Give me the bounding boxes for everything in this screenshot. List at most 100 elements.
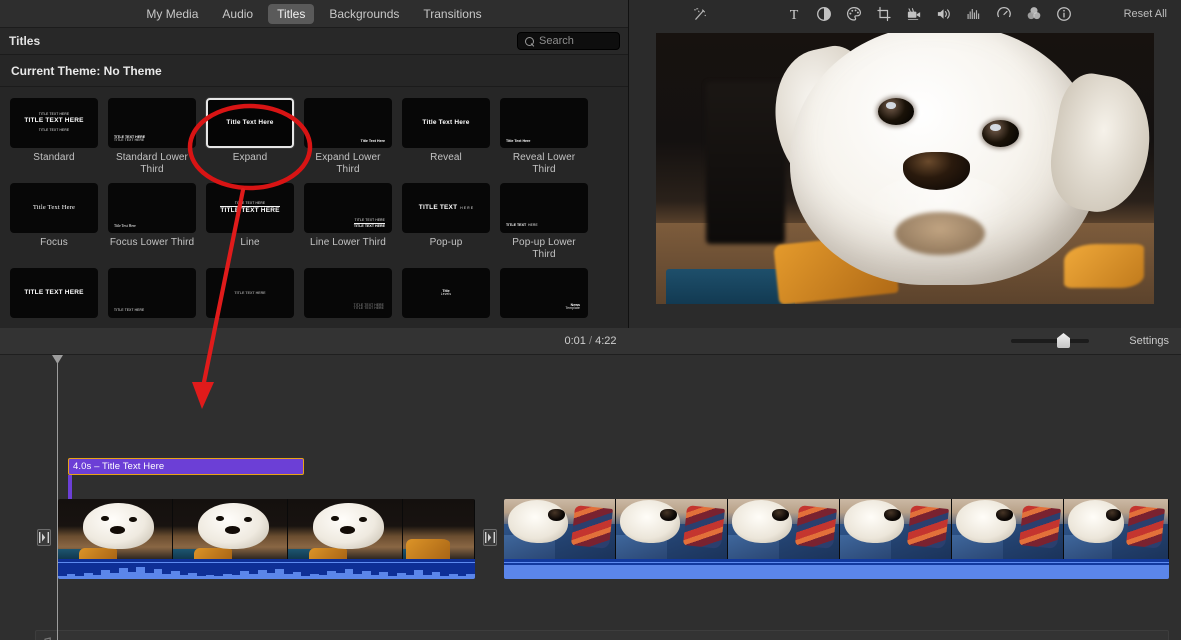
timeline-settings-button[interactable]: Settings xyxy=(1129,335,1169,347)
title-thumbnail[interactable]: TITLE TEXT HERE TITLE TEXT HERE xyxy=(304,183,392,233)
clip-thumbnail xyxy=(728,499,840,559)
media-browser-panel: My Media Audio Titles Backgrounds Transi… xyxy=(0,0,629,328)
equalizer-icon[interactable] xyxy=(959,2,989,26)
search-icon xyxy=(525,36,534,46)
clip-thumbnail xyxy=(173,499,288,559)
clip-filmstrip xyxy=(58,499,475,559)
clip-audio-waveform xyxy=(504,559,1169,579)
title-thumbnail[interactable]: Title Levels xyxy=(402,268,490,318)
clip-thumbnail xyxy=(504,499,616,559)
audio-track-row[interactable] xyxy=(35,630,1169,640)
clip-1-left-handle[interactable] xyxy=(37,529,51,546)
current-theme-row[interactable]: Current Theme: No Theme xyxy=(0,55,628,87)
title-thumbnail[interactable]: Title Text Here xyxy=(304,98,392,148)
thumb-main-text: TITLE TEXT HERE xyxy=(353,306,384,311)
title-text-icon[interactable]: T xyxy=(779,2,809,26)
clip-thumbnail xyxy=(616,499,728,559)
clip-thumbnail xyxy=(952,499,1064,559)
thumb-main-text: Title Text Here xyxy=(114,223,136,228)
title-label: Focus xyxy=(40,237,68,248)
browser-tabbar: My Media Audio Titles Backgrounds Transi… xyxy=(0,0,628,28)
title-thumbnail[interactable]: Title Text Here xyxy=(402,98,490,148)
color-palette-icon[interactable] xyxy=(839,2,869,26)
thumb-sub-text: TITLE TEXT HERE xyxy=(114,138,145,143)
thumb-main-text: Title Text Here xyxy=(422,119,470,127)
title-item-expand-lower-third[interactable]: Title Text Here Expand Lower Third xyxy=(304,98,392,175)
title-thumbnail-selected[interactable]: Title Text Here xyxy=(206,98,294,148)
title-thumbnail[interactable]: TITLE TEXT HERE TITLE TEXT HERE xyxy=(108,98,196,148)
titles-grid: TITLE TEXT HERE TITLE TEXT HERE TITLE TE… xyxy=(0,87,628,318)
title-item-reveal[interactable]: Title Text Here Reveal xyxy=(402,98,490,175)
title-thumbnail[interactable]: Title Text Here xyxy=(500,98,588,148)
timecode-display: 0:01 / 4:22 xyxy=(0,335,1181,347)
imovie-window: My Media Audio Titles Backgrounds Transi… xyxy=(0,0,1181,640)
tab-backgrounds[interactable]: Backgrounds xyxy=(320,4,408,24)
speedometer-icon[interactable] xyxy=(989,2,1019,26)
timeline-title-clip[interactable]: 4.0s – Title Text Here xyxy=(68,458,304,475)
title-thumbnail[interactable]: TITLE TEXT HERE TITLE TEXT HERE xyxy=(304,268,392,318)
title-item-line[interactable]: TITLE TEXT HERE TITLE TEXT HERE Line xyxy=(206,183,294,260)
tab-audio[interactable]: Audio xyxy=(213,4,262,24)
clip-2-left-handle[interactable] xyxy=(483,529,497,546)
thumb-sub-text: H E R E xyxy=(460,206,474,211)
tab-titles[interactable]: Titles xyxy=(268,3,315,24)
filter-circles-icon[interactable] xyxy=(1019,2,1049,26)
stabilization-camera-icon[interactable] xyxy=(899,2,929,26)
title-thumbnail[interactable]: TITLE TEXT HERE xyxy=(500,183,588,233)
title-item-row3-3[interactable]: TITLE TEXT HERE xyxy=(206,268,294,318)
crop-icon[interactable] xyxy=(869,2,899,26)
title-item-line-lower-third[interactable]: TITLE TEXT HERE TITLE TEXT HERE Line Low… xyxy=(304,183,392,260)
timeline-header: 0:01 / 4:22 Settings xyxy=(0,328,1181,355)
volume-speaker-icon[interactable] xyxy=(929,2,959,26)
clip-audio-waveform xyxy=(58,559,475,579)
timeline-clip-1[interactable] xyxy=(58,499,475,579)
browser-subheader: Titles Search xyxy=(0,28,628,55)
title-thumbnail[interactable]: News Template xyxy=(500,268,588,318)
thumb-main-text: Title Text Here xyxy=(226,119,274,127)
title-label: Expand xyxy=(232,152,268,163)
title-label: Focus Lower Third xyxy=(109,237,195,248)
title-item-pop-up[interactable]: TITLE TEXT H E R E Pop-up xyxy=(402,183,490,260)
timeline-body[interactable]: 4.0s – Title Text Here xyxy=(0,355,1181,640)
tab-transitions[interactable]: Transitions xyxy=(414,4,490,24)
video-frame[interactable] xyxy=(656,33,1154,304)
title-thumbnail[interactable]: TITLE TEXT HERE xyxy=(206,268,294,318)
timeline-zoom-slider[interactable] xyxy=(1011,333,1089,348)
title-thumbnail[interactable]: Title Text Here xyxy=(10,183,98,233)
title-item-focus[interactable]: Title Text Here Focus xyxy=(10,183,98,260)
title-item-expand[interactable]: Title Text Here Expand xyxy=(206,98,294,175)
thumb-sub-text: TITLE TEXT HERE xyxy=(353,218,385,224)
title-item-standard[interactable]: TITLE TEXT HERE TITLE TEXT HERE TITLE TE… xyxy=(10,98,98,175)
title-item-row3-4[interactable]: TITLE TEXT HERE TITLE TEXT HERE xyxy=(304,268,392,318)
title-item-focus-lower-third[interactable]: Title Text Here Focus Lower Third xyxy=(108,183,196,260)
title-item-row3-5[interactable]: Title Levels xyxy=(402,268,490,318)
title-thumbnail[interactable]: TITLE TEXT HERE TITLE TEXT HERE xyxy=(206,183,294,233)
playhead-handle[interactable] xyxy=(52,355,63,364)
title-label: Line xyxy=(240,237,260,248)
search-input[interactable]: Search xyxy=(517,32,620,50)
title-item-row3-6[interactable]: News Template xyxy=(500,268,588,318)
video-preview-area[interactable] xyxy=(629,28,1181,328)
title-thumbnail[interactable]: TITLE TEXT HERE TITLE TEXT HERE TITLE TE… xyxy=(10,98,98,148)
title-item-standard-lower-third[interactable]: TITLE TEXT HERE TITLE TEXT HERE Standard… xyxy=(108,98,196,175)
title-item-row3-2[interactable]: TITLE TEXT HERE xyxy=(108,268,196,318)
title-item-pop-up-lower-third[interactable]: TITLE TEXT HERE Pop-up Lower Third xyxy=(500,183,588,260)
title-item-row3-1[interactable]: TITLE TEXT HERE xyxy=(10,268,98,318)
title-thumbnail[interactable]: TITLE TEXT H E R E xyxy=(402,183,490,233)
current-time: 0:01 xyxy=(564,335,586,347)
clip-thumbnail xyxy=(288,499,403,559)
playhead[interactable] xyxy=(52,355,63,640)
title-thumbnail[interactable]: TITLE TEXT HERE xyxy=(108,268,196,318)
thumb-sub2-text: TITLE TEXT HERE xyxy=(38,128,70,133)
title-thumbnail[interactable]: Title Text Here xyxy=(108,183,196,233)
magic-wand-icon[interactable] xyxy=(685,2,715,26)
info-circle-icon[interactable] xyxy=(1049,2,1079,26)
thumb-main-text: TITLE TEXT HERE xyxy=(220,206,280,214)
reset-all-button[interactable]: Reset All xyxy=(1124,8,1167,20)
title-item-reveal-lower-third[interactable]: Title Text Here Reveal Lower Third xyxy=(500,98,588,175)
timeline-clip-2[interactable] xyxy=(504,499,1169,579)
tab-my-media[interactable]: My Media xyxy=(137,4,207,24)
title-clip-label: 4.0s – Title Text Here xyxy=(73,461,165,472)
color-balance-icon[interactable] xyxy=(809,2,839,26)
title-thumbnail[interactable]: TITLE TEXT HERE xyxy=(10,268,98,318)
